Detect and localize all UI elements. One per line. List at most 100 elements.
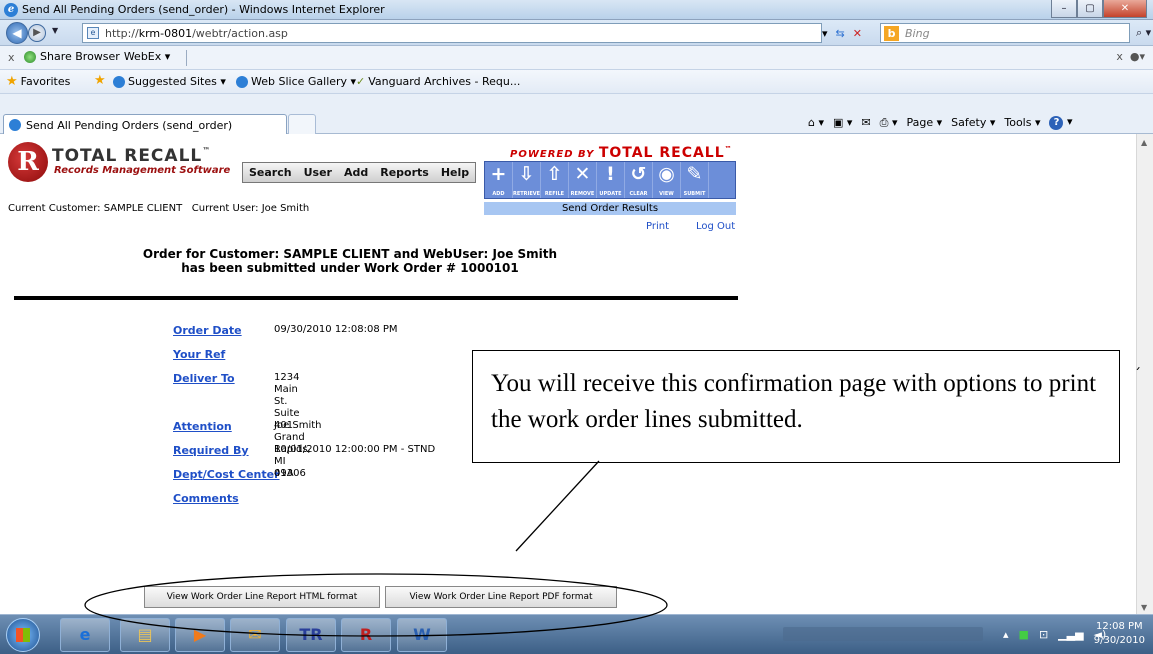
home-icon[interactable]: ⌂ ▾: [808, 116, 824, 129]
logout-link[interactable]: Log Out: [696, 221, 735, 232]
search-input[interactable]: b Bing: [880, 23, 1130, 43]
close-button[interactable]: ✕: [1103, 0, 1147, 18]
ie-icon: e: [79, 625, 91, 644]
taskbar-word[interactable]: W: [397, 618, 447, 652]
submit-action-button[interactable]: ✎ SUBMIT: [681, 162, 709, 198]
refile-action-button[interactable]: ⇧ REFILE: [541, 162, 569, 198]
bing-icon: b: [884, 26, 899, 41]
favorites-item-vanguard-archives[interactable]: ✓ Vanguard Archives - Requ...: [356, 75, 520, 88]
page-icon: e: [87, 27, 99, 39]
forward-button[interactable]: ▶: [28, 24, 46, 42]
menu-search[interactable]: Search: [243, 163, 298, 182]
attention-value: Joe Smith: [274, 420, 322, 431]
address-dropdown-icon[interactable]: ▾: [822, 27, 828, 40]
order-date-link[interactable]: Order Date: [173, 324, 242, 337]
favorites-button[interactable]: ★ Favorites: [6, 75, 70, 88]
menu-reports[interactable]: Reports: [374, 163, 435, 182]
required-by-link[interactable]: Required By: [173, 444, 249, 457]
page-menu[interactable]: Page ▾: [906, 116, 942, 129]
tools-menu[interactable]: Tools ▾: [1004, 116, 1040, 129]
tab-title: Send All Pending Orders (send_order): [26, 119, 233, 132]
favorites-item-web-slice-gallery[interactable]: Web Slice Gallery ▾: [236, 75, 356, 88]
show-hidden-icons-icon[interactable]: ▴: [1003, 628, 1009, 641]
total-recall-icon: TR: [299, 625, 323, 644]
favorites-item-label: Suggested Sites ▾: [128, 75, 226, 88]
share-browser-button[interactable]: Share Browser WebEx ▾: [24, 50, 170, 63]
window-controls: – ▢ ✕: [1051, 0, 1147, 18]
new-tab-button[interactable]: [288, 114, 316, 135]
attention-link[interactable]: Attention: [173, 420, 232, 433]
view-pdf-report-button[interactable]: View Work Order Line Report PDF format: [385, 586, 617, 608]
dept-cost-center-link[interactable]: Dept/Cost Center: [173, 468, 280, 481]
recent-pages-dropdown-icon[interactable]: ▼: [52, 26, 58, 35]
back-button[interactable]: ◀: [6, 22, 28, 44]
app-subtitle: Records Management Software: [54, 165, 231, 176]
taskbar-total-recall[interactable]: TR: [286, 618, 336, 652]
dept-cost-center-value: 01A: [274, 468, 294, 479]
start-button[interactable]: [6, 618, 40, 652]
tray-app-icon[interactable]: ■: [1019, 628, 1029, 641]
network-icon[interactable]: ⊡: [1039, 628, 1048, 641]
favorites-star-icon: ★: [6, 74, 18, 89]
minimize-button[interactable]: –: [1051, 0, 1077, 18]
menu-help[interactable]: Help: [435, 163, 475, 182]
action-label: VIEW: [659, 191, 674, 197]
print-link[interactable]: Print: [646, 221, 669, 232]
address-tools: ▾ ⇆ ✕: [822, 23, 882, 43]
view-icon: ◉: [658, 163, 675, 185]
clear-action-button[interactable]: ↺ CLEAR: [625, 162, 653, 198]
update-action-button[interactable]: ! UPDATE: [597, 162, 625, 198]
toolbar-right-tools[interactable]: x ●▾: [1116, 50, 1145, 63]
print-icon[interactable]: ⎙ ▾: [880, 116, 898, 130]
search-icon[interactable]: ⌕ ▾: [1136, 26, 1151, 40]
menu-add[interactable]: Add: [338, 163, 374, 182]
help-menu[interactable]: ? ▾: [1049, 115, 1073, 130]
signal-icon[interactable]: ▁▃▅: [1058, 628, 1083, 641]
clock[interactable]: 12:08 PM 9/30/2010: [1094, 620, 1145, 648]
refresh-icon[interactable]: ⇆: [836, 27, 845, 40]
stop-icon[interactable]: ✕: [853, 27, 862, 40]
scroll-up-icon[interactable]: ▲: [1141, 138, 1147, 147]
tray-icons[interactable]: ▴ ■ ⊡ ▁▃▅ ◄): [1003, 628, 1106, 641]
retrieve-action-button[interactable]: ⇩ RETRIEVE: [513, 162, 541, 198]
feeds-icon[interactable]: ▣ ▾: [833, 116, 852, 129]
favorites-item-suggested-sites[interactable]: Suggested Sites ▾: [113, 75, 226, 88]
action-label: REMOVE: [570, 191, 595, 197]
safety-menu[interactable]: Safety ▾: [951, 116, 995, 129]
webex-menu[interactable]: WebEx ▾: [124, 50, 170, 63]
your-ref-link[interactable]: Your Ref: [173, 348, 225, 361]
menu-user[interactable]: User: [298, 163, 338, 182]
window-titlebar: e Send All Pending Orders (send_order) -…: [0, 0, 1153, 20]
favorites-item-label: Web Slice Gallery ▾: [251, 75, 357, 88]
add-action-button[interactable]: + ADD: [485, 162, 513, 198]
view-html-report-button[interactable]: View Work Order Line Report HTML format: [144, 586, 380, 608]
confirmation-line-1: Order for Customer: SAMPLE CLIENT and We…: [142, 247, 558, 261]
windows-taskbar: e ▤ ▶ ✉ TR R W ▴ ■ ⊡ ▁▃▅ ◄) 12:08 PM 9/3…: [0, 614, 1153, 654]
deliver-to-link[interactable]: Deliver To: [173, 372, 235, 385]
taskbar-internet-explorer[interactable]: e: [60, 618, 110, 652]
action-label: REFILE: [544, 191, 565, 197]
folder-icon: ▤: [137, 625, 153, 644]
scroll-down-icon[interactable]: ▼: [1141, 603, 1147, 612]
taskbar-media-player[interactable]: ▶: [175, 618, 225, 652]
total-recall-admin-icon: R: [359, 625, 373, 644]
comments-link[interactable]: Comments: [173, 492, 239, 505]
close-toolbar-icon[interactable]: x: [8, 51, 15, 64]
total-recall-logo: R: [8, 142, 48, 182]
add-favorites-icon[interactable]: ★: [94, 74, 106, 87]
remove-action-button[interactable]: ✕ REMOVE: [569, 162, 597, 198]
clock-date: 9/30/2010: [1093, 635, 1145, 646]
tab-send-all-pending-orders[interactable]: Send All Pending Orders (send_order): [3, 114, 287, 135]
address-field[interactable]: e http://krm-0801/webtr/action.asp: [82, 23, 822, 43]
mail-icon[interactable]: ✉: [861, 116, 870, 129]
remove-icon: ✕: [574, 163, 591, 185]
order-date-value: 09/30/2010 12:08:08 PM: [274, 324, 398, 335]
view-action-button[interactable]: ◉ VIEW: [653, 162, 681, 198]
maximize-button[interactable]: ▢: [1077, 0, 1103, 18]
address-url[interactable]: http://krm-0801/webtr/action.asp: [105, 27, 288, 40]
taskbar-total-recall-admin[interactable]: R: [341, 618, 391, 652]
action-label: RETRIEVE: [513, 191, 541, 197]
taskbar-explorer[interactable]: ▤: [120, 618, 170, 652]
taskbar-outlook[interactable]: ✉: [230, 618, 280, 652]
outlook-icon: ✉: [248, 625, 262, 644]
